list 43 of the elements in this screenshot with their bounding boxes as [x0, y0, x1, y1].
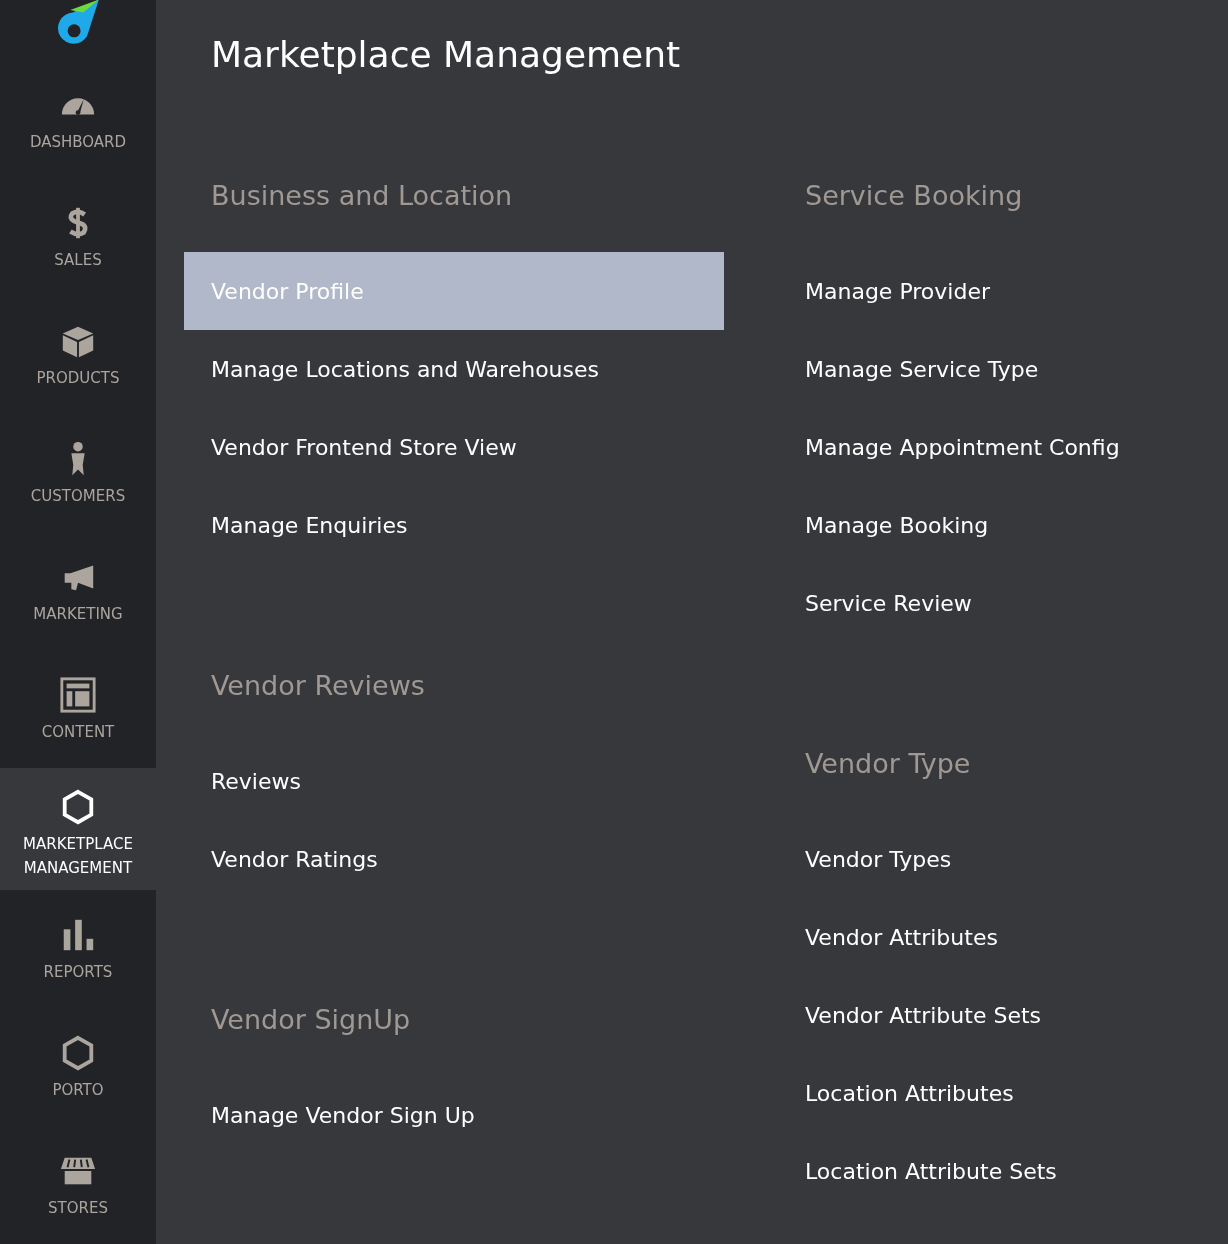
- section-heading: Vendor SignUp: [210, 1003, 411, 1037]
- menu-link[interactable]: Vendor Ratings: [184, 820, 724, 898]
- menu-link[interactable]: Manage Locations and Warehouses: [184, 330, 724, 408]
- section-heading: Business and Location: [210, 179, 513, 213]
- sidebar-label: CUSTOMERS: [30, 486, 126, 507]
- menu-link[interactable]: Reviews: [184, 742, 724, 820]
- sidebar-item[interactable]: STORES: [0, 1126, 156, 1244]
- sidebar-item[interactable]: MARKETPLACE MANAGEMENT: [0, 768, 156, 890]
- sidebar-item[interactable]: CUSTOMERS: [0, 414, 156, 532]
- sidebar-item[interactable]: REPORTS: [0, 890, 156, 1008]
- menu-link[interactable]: Service Review: [778, 564, 1198, 642]
- sidebar-label: SALES: [54, 250, 102, 271]
- sidebar-item[interactable]: PRODUCTS: [0, 296, 156, 414]
- sidebar-item[interactable]: PORTO: [0, 1008, 156, 1126]
- section-heading: Vendor Reviews: [210, 669, 425, 703]
- sidebar-label: STORES: [48, 1198, 108, 1219]
- menu-link[interactable]: Vendor Attributes: [778, 898, 1198, 976]
- sidebar-label: REPORTS: [43, 962, 113, 983]
- sidebar-item[interactable]: MARKETING: [0, 532, 156, 650]
- sidebar-label: CONTENT: [41, 722, 115, 743]
- section-heading: Service Booking: [804, 179, 1023, 213]
- section-heading: Vendor Type: [804, 747, 971, 781]
- layout-icon: [59, 676, 97, 714]
- sidebar-label: DASHBOARD: [29, 132, 127, 153]
- menu-link[interactable]: Manage Vendor Sign Up: [184, 1076, 724, 1154]
- sidebar-item[interactable]: CONTENT: [0, 650, 156, 768]
- sidebar-label: PRODUCTS: [36, 368, 120, 389]
- sidebar-item[interactable]: DASHBOARD: [0, 60, 156, 178]
- menu-link[interactable]: Vendor Frontend Store View: [184, 408, 724, 486]
- menu-link[interactable]: Manage Provider: [778, 252, 1198, 330]
- sidebar-label: PORTO: [52, 1080, 104, 1101]
- menu-link[interactable]: Location Attribute Sets: [778, 1132, 1198, 1210]
- sidebar-label: MARKETPLACE MANAGEMENT: [22, 834, 134, 879]
- sidebar-label: MARKETING: [33, 604, 123, 625]
- menu-link[interactable]: Manage Appointment Config: [778, 408, 1198, 486]
- menu-link[interactable]: Manage Enquiries: [184, 486, 724, 564]
- page-title: Marketplace Management: [210, 33, 681, 77]
- menu-link[interactable]: Manage Booking: [778, 486, 1198, 564]
- sidebar-item[interactable]: SALES: [0, 178, 156, 296]
- menu-link[interactable]: Vendor Types: [778, 820, 1198, 898]
- menu-link[interactable]: Manage Service Type: [778, 330, 1198, 408]
- menu-link[interactable]: Vendor Attribute Sets: [778, 976, 1198, 1054]
- menu-link[interactable]: Location Attributes: [778, 1054, 1198, 1132]
